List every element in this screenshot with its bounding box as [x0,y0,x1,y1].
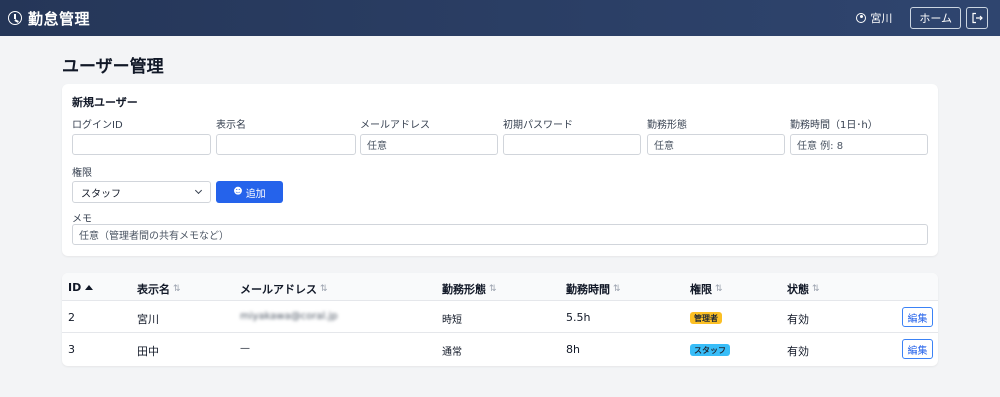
table-row: 3 田中 — 通常 8h スタッフ 有効 編集 [62,334,938,365]
work-hours-input[interactable]: 任意 例: 8 [790,134,928,155]
hours-value: 5.5 [566,311,584,324]
initial-password-input[interactable] [503,134,641,155]
role-label: 権限 [72,168,92,179]
user-icon [856,13,867,23]
login-id-label: ログインID [72,120,123,131]
display-name-label: 表示名 [216,120,246,131]
form-title: 新規ユーザー [72,96,138,109]
role-select[interactable]: スタッフ [72,181,211,203]
column-header-status[interactable]: 状態 ⇅ [787,281,820,297]
sort-asc-icon [85,285,94,290]
home-button[interactable]: ホーム [910,7,961,29]
navbar: 勤怠管理 宮川 ホーム [0,0,1000,36]
cell-status: 有効 [787,345,809,358]
hours-unit: h [583,311,591,324]
cell-hours: 8h [566,343,580,356]
column-header-name[interactable]: 表示名 ⇅ [137,281,181,297]
role-badge-admin: 管理者 [690,312,722,324]
hours-unit: h [573,343,580,356]
cell-email: miyakawa@coral.jp [240,311,338,322]
app-title: 勤怠管理 [28,9,91,28]
email-label: メールアドレス [360,120,430,131]
sort-icon: ⇅ [715,284,723,294]
user-name: 宮川 [870,12,893,25]
cell-hours: 5.5h [566,311,590,324]
cell-employment: 通常 [442,347,462,358]
add-user-label: 追加 [245,188,266,200]
cell-id: 2 [68,311,75,324]
cell-email: — [240,343,250,354]
new-user-form: 新規ユーザー ログインID 表示名 メールアドレス 任意 初期パスワード 勤務形… [62,84,938,256]
brand[interactable]: 勤怠管理 [8,8,90,29]
column-header-employment[interactable]: 勤務形態 ⇅ [442,281,497,297]
user-menu[interactable]: 宮川 [856,10,892,26]
role-badge-staff: スタッフ [690,344,730,356]
email-input[interactable]: 任意 [360,134,498,155]
sort-icon: ⇅ [489,284,497,294]
column-header-email[interactable]: メールアドレス ⇅ [240,281,328,297]
table-row: 2 宮川 miyakawa@coral.jp 時短 5.5h 管理者 有効 編集 [62,302,938,333]
edit-button[interactable]: 編集 [902,307,933,327]
cell-name: 宮川 [137,313,159,326]
user-plus-icon: ☻ [233,187,243,197]
login-id-input[interactable] [72,134,211,155]
page-title: ユーザー管理 [62,57,164,77]
cell-employment: 時短 [442,315,462,326]
initial-password-label: 初期パスワード [503,120,573,131]
cell-name: 田中 [137,345,159,358]
column-header-role[interactable]: 権限 ⇅ [690,281,723,297]
sort-icon: ⇅ [812,284,820,294]
nav-actions: 宮川 ホーム [856,7,988,29]
sort-icon: ⇅ [173,284,181,294]
users-table: ID 表示名 ⇅ メールアドレス ⇅ 勤務形態 ⇅ 勤務時間 ⇅ 権限 ⇅ 状態 ⇅ 2 宮… [62,273,938,366]
cell-id: 3 [68,343,75,356]
memo-label: メモ [72,214,92,225]
add-user-button[interactable]: ☻ 追加 [216,181,283,203]
edit-button[interactable]: 編集 [902,339,933,359]
sort-icon: ⇅ [613,284,621,294]
work-hours-label: 勤務時間（1日･h） [790,120,878,131]
logout-button[interactable] [966,7,988,29]
employment-type-input[interactable]: 任意 [647,134,785,155]
clock-icon [8,11,22,25]
chevron-down-icon [194,186,203,195]
memo-input[interactable]: 任意（管理者間の共有メモなど） [72,224,928,245]
employment-type-label: 勤務形態 [647,120,687,131]
column-header-id[interactable]: ID [68,281,94,294]
logout-icon [972,12,983,24]
hours-value: 8 [566,343,573,356]
table-header: ID 表示名 ⇅ メールアドレス ⇅ 勤務形態 ⇅ 勤務時間 ⇅ 権限 ⇅ 状態 ⇅ [62,273,938,301]
display-name-input[interactable] [216,134,356,155]
role-select-value: スタッフ [81,188,121,200]
sort-icon: ⇅ [320,284,328,294]
column-header-hours[interactable]: 勤務時間 ⇅ [566,281,621,297]
cell-status: 有効 [787,313,809,326]
